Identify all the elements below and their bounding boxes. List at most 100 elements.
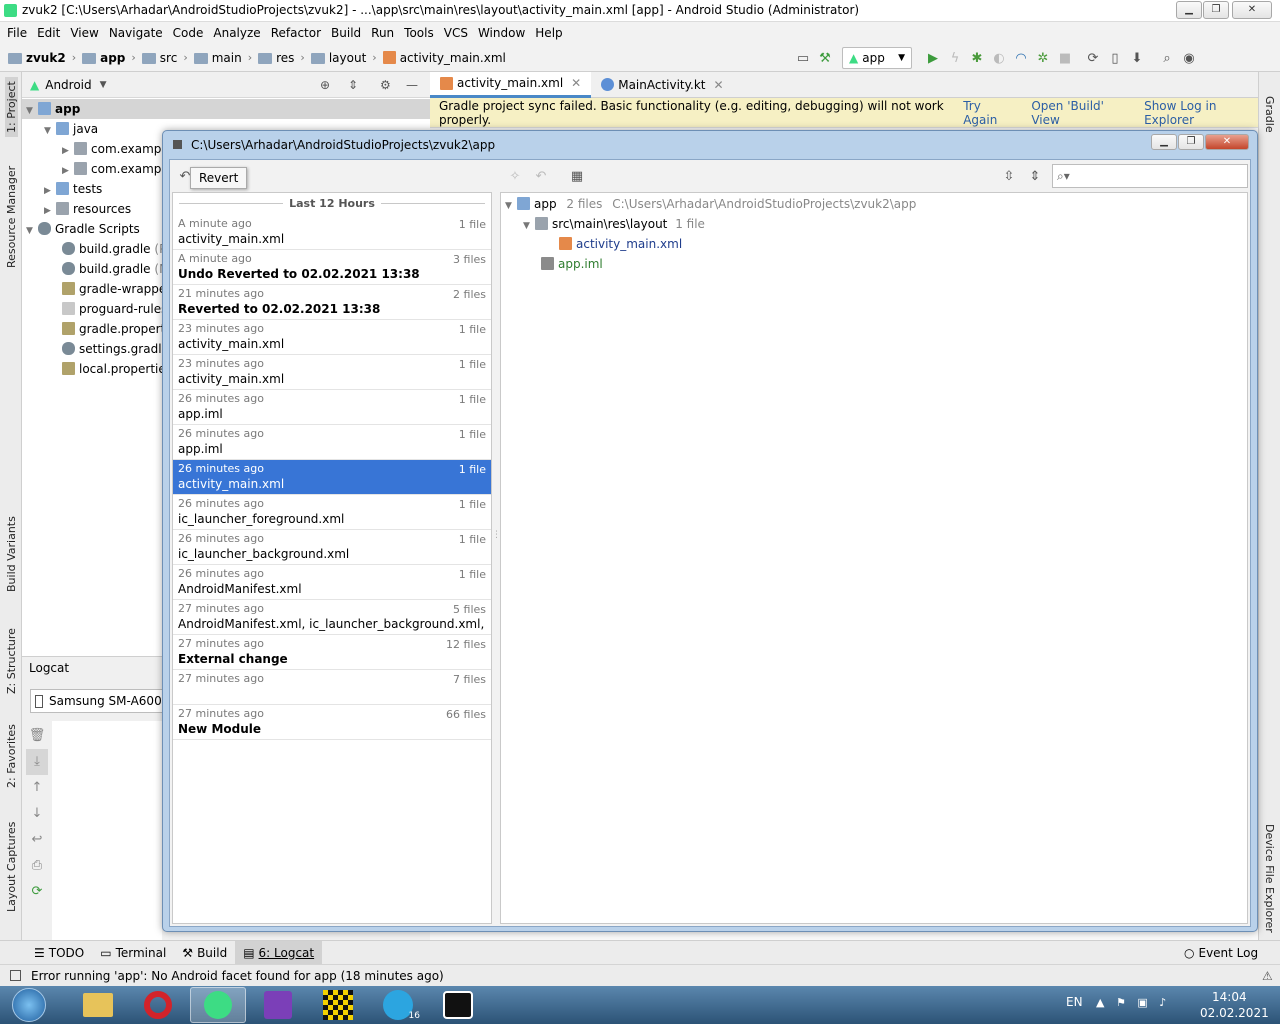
try-again-link[interactable]: Try Again xyxy=(963,99,1013,127)
close-tab-icon[interactable]: ✕ xyxy=(714,78,724,92)
tree-item-resources[interactable]: ▶ resources xyxy=(44,199,131,219)
soft-wrap-icon[interactable]: ↩ xyxy=(26,827,48,853)
hide-icon[interactable]: — xyxy=(406,78,418,92)
tool-tab-resource-manager[interactable]: Resource Manager xyxy=(5,166,18,268)
menu-code[interactable]: Code xyxy=(168,22,209,44)
close-tab-icon[interactable]: ✕ xyxy=(571,76,581,90)
group-by-icon[interactable]: ▦ xyxy=(566,165,588,187)
run-config-select[interactable]: ▲ app ▼ xyxy=(842,47,912,69)
gear-icon[interactable]: ⚙ xyxy=(380,78,391,92)
up-arrow-icon[interactable]: ↑ xyxy=(26,775,48,801)
menu-view[interactable]: View xyxy=(65,22,103,44)
menu-refactor[interactable]: Refactor xyxy=(266,22,326,44)
revision-entry[interactable]: 26 minutes ago 1 file activity_main.xml xyxy=(173,460,491,495)
tree-item-gradle-properties[interactable]: gradle.propertie xyxy=(62,319,176,339)
collapse-icon[interactable]: ⇕ xyxy=(348,78,358,92)
tree-item-package[interactable]: ▶ com.exampl xyxy=(62,139,165,159)
sdk-manager-icon[interactable]: ⬇ xyxy=(1126,47,1148,69)
tree-item-app[interactable]: ▼ app xyxy=(22,99,430,119)
tool-tab-build-variants[interactable]: Build Variants xyxy=(5,516,18,592)
tool-tab-todo[interactable]: ☰ TODO xyxy=(26,941,92,965)
tree-item-package[interactable]: ▶ com.exampl xyxy=(62,159,165,179)
breadcrumb-main[interactable]: main xyxy=(212,51,242,65)
network-icon[interactable]: ▣ xyxy=(1137,996,1147,1009)
scroll-to-end-icon[interactable]: ⤓ xyxy=(26,749,48,775)
notification-icon[interactable]: ⚠ xyxy=(1262,969,1273,983)
restart-icon[interactable]: ⟳ xyxy=(26,879,48,905)
dialog-maximize-button[interactable]: ❐ xyxy=(1178,134,1204,150)
menu-file[interactable]: File xyxy=(2,22,32,44)
tool-tab-device-file-explorer[interactable]: Device File Explorer xyxy=(1263,824,1276,933)
layout-icon[interactable]: ▭ xyxy=(792,47,814,69)
breadcrumb-layout[interactable]: layout xyxy=(329,51,366,65)
start-button[interactable] xyxy=(4,987,54,1023)
revision-entry[interactable]: 27 minutes ago 7 files xyxy=(173,670,491,705)
show-log-link[interactable]: Show Log in Explorer xyxy=(1144,99,1258,127)
close-button[interactable]: ✕ xyxy=(1232,1,1272,19)
revision-entry[interactable]: A minute ago 3 files Undo Reverted to 02.0… xyxy=(173,250,491,285)
menu-window[interactable]: Window xyxy=(473,22,530,44)
tray-flag-icon[interactable]: ⚑ xyxy=(1116,996,1126,1009)
revision-entry[interactable]: 27 minutes ago 5 files AndroidManifest.xml… xyxy=(173,600,491,635)
tree-item-build-gradle-module[interactable]: build.gradle (M xyxy=(62,259,169,279)
taskbar-visual-studio[interactable] xyxy=(250,987,306,1023)
tree-item-build-gradle-project[interactable]: build.gradle (Pr xyxy=(62,239,171,259)
breadcrumb-project[interactable]: zvuk2 xyxy=(26,51,66,65)
revision-entry[interactable]: 26 minutes ago 1 file AndroidManifest.xml xyxy=(173,565,491,600)
menu-navigate[interactable]: Navigate xyxy=(104,22,168,44)
tree-item-proguard[interactable]: proguard-rules. xyxy=(62,299,171,319)
revision-entry[interactable]: 27 minutes ago 66 files New Module xyxy=(173,705,491,740)
menu-tools[interactable]: Tools xyxy=(399,22,439,44)
language-indicator[interactable]: EN xyxy=(1066,995,1083,1009)
expand-all-icon[interactable]: ⇳ xyxy=(998,165,1020,187)
undo-icon[interactable]: ↶ xyxy=(530,165,552,187)
menu-help[interactable]: Help xyxy=(530,22,567,44)
locate-icon[interactable]: ⊕ xyxy=(320,78,330,92)
changes-folder[interactable]: ▼ src\main\res\layout 1 file xyxy=(523,214,705,234)
tool-tab-terminal[interactable]: ▭ Terminal xyxy=(92,941,174,965)
tree-item-gradle-wrapper[interactable]: gradle-wrapper. xyxy=(62,279,174,299)
tree-item-java[interactable]: ▼ java xyxy=(44,119,98,139)
menu-build[interactable]: Build xyxy=(326,22,366,44)
breadcrumb-file[interactable]: activity_main.xml xyxy=(400,51,506,65)
search-icon[interactable]: ⌕ xyxy=(1156,47,1178,69)
revision-entry[interactable]: 26 minutes ago 1 file app.iml xyxy=(173,390,491,425)
maximize-button[interactable]: ❐ xyxy=(1203,1,1229,19)
dialog-minimize-button[interactable]: ▁ xyxy=(1151,134,1177,150)
taskbar-telegram[interactable]: 16 xyxy=(370,987,426,1023)
project-view-select[interactable]: Android xyxy=(45,78,91,92)
tool-tab-build[interactable]: ⚒ Build xyxy=(174,941,235,965)
user-icon[interactable]: ◉ xyxy=(1178,47,1200,69)
tray-arrow-icon[interactable]: ▲ xyxy=(1096,996,1104,1009)
device-select[interactable]: Samsung SM-A600F xyxy=(30,689,170,713)
revision-entry[interactable]: 26 minutes ago 1 file app.iml xyxy=(173,425,491,460)
menu-edit[interactable]: Edit xyxy=(32,22,65,44)
revision-entry[interactable]: 27 minutes ago 12 files External change xyxy=(173,635,491,670)
attach-debugger-icon[interactable]: ◠ xyxy=(1010,47,1032,69)
changes-file-activity-main[interactable]: activity_main.xml xyxy=(559,234,682,254)
minimize-button[interactable]: ▁ xyxy=(1176,1,1202,19)
make-project-hammer-icon[interactable]: ⚒ xyxy=(814,47,836,69)
splitter-handle[interactable]: ⋮ xyxy=(492,530,501,544)
taskbar-explorer[interactable] xyxy=(70,987,126,1023)
tool-tab-structure[interactable]: Z: Structure xyxy=(5,628,18,694)
trash-icon[interactable]: 🗑 xyxy=(26,723,48,749)
revision-entry[interactable]: A minute ago 1 file activity_main.xml xyxy=(173,215,491,250)
profile-icon[interactable]: ◐ xyxy=(988,47,1010,69)
tool-tab-layout-captures[interactable]: Layout Captures xyxy=(5,822,18,912)
open-build-view-link[interactable]: Open 'Build' View xyxy=(1031,99,1126,127)
tool-tab-logcat[interactable]: ▤ 6: Logcat xyxy=(235,940,323,965)
volume-icon[interactable]: ♪ xyxy=(1159,996,1166,1009)
tab-activity-main-xml[interactable]: activity_main.xml ✕ xyxy=(430,71,592,98)
dialog-close-button[interactable]: ✕ xyxy=(1205,134,1249,150)
debug-icon[interactable]: ✱ xyxy=(966,47,988,69)
clock-date[interactable]: 02.02.2021 xyxy=(1200,1006,1269,1020)
taskbar-android-studio[interactable] xyxy=(190,987,246,1023)
breadcrumb-module[interactable]: app xyxy=(100,51,125,65)
tool-tab-gradle[interactable]: Gradle xyxy=(1263,96,1276,133)
taskbar-app-checker[interactable] xyxy=(310,987,366,1023)
tool-tab-project[interactable]: 1: Project xyxy=(5,77,18,137)
tab-main-activity-kt[interactable]: MainActivity.kt ✕ xyxy=(591,72,733,98)
search-input[interactable]: ⌕▾ xyxy=(1052,164,1248,188)
stop-icon[interactable]: ■ xyxy=(1054,47,1076,69)
